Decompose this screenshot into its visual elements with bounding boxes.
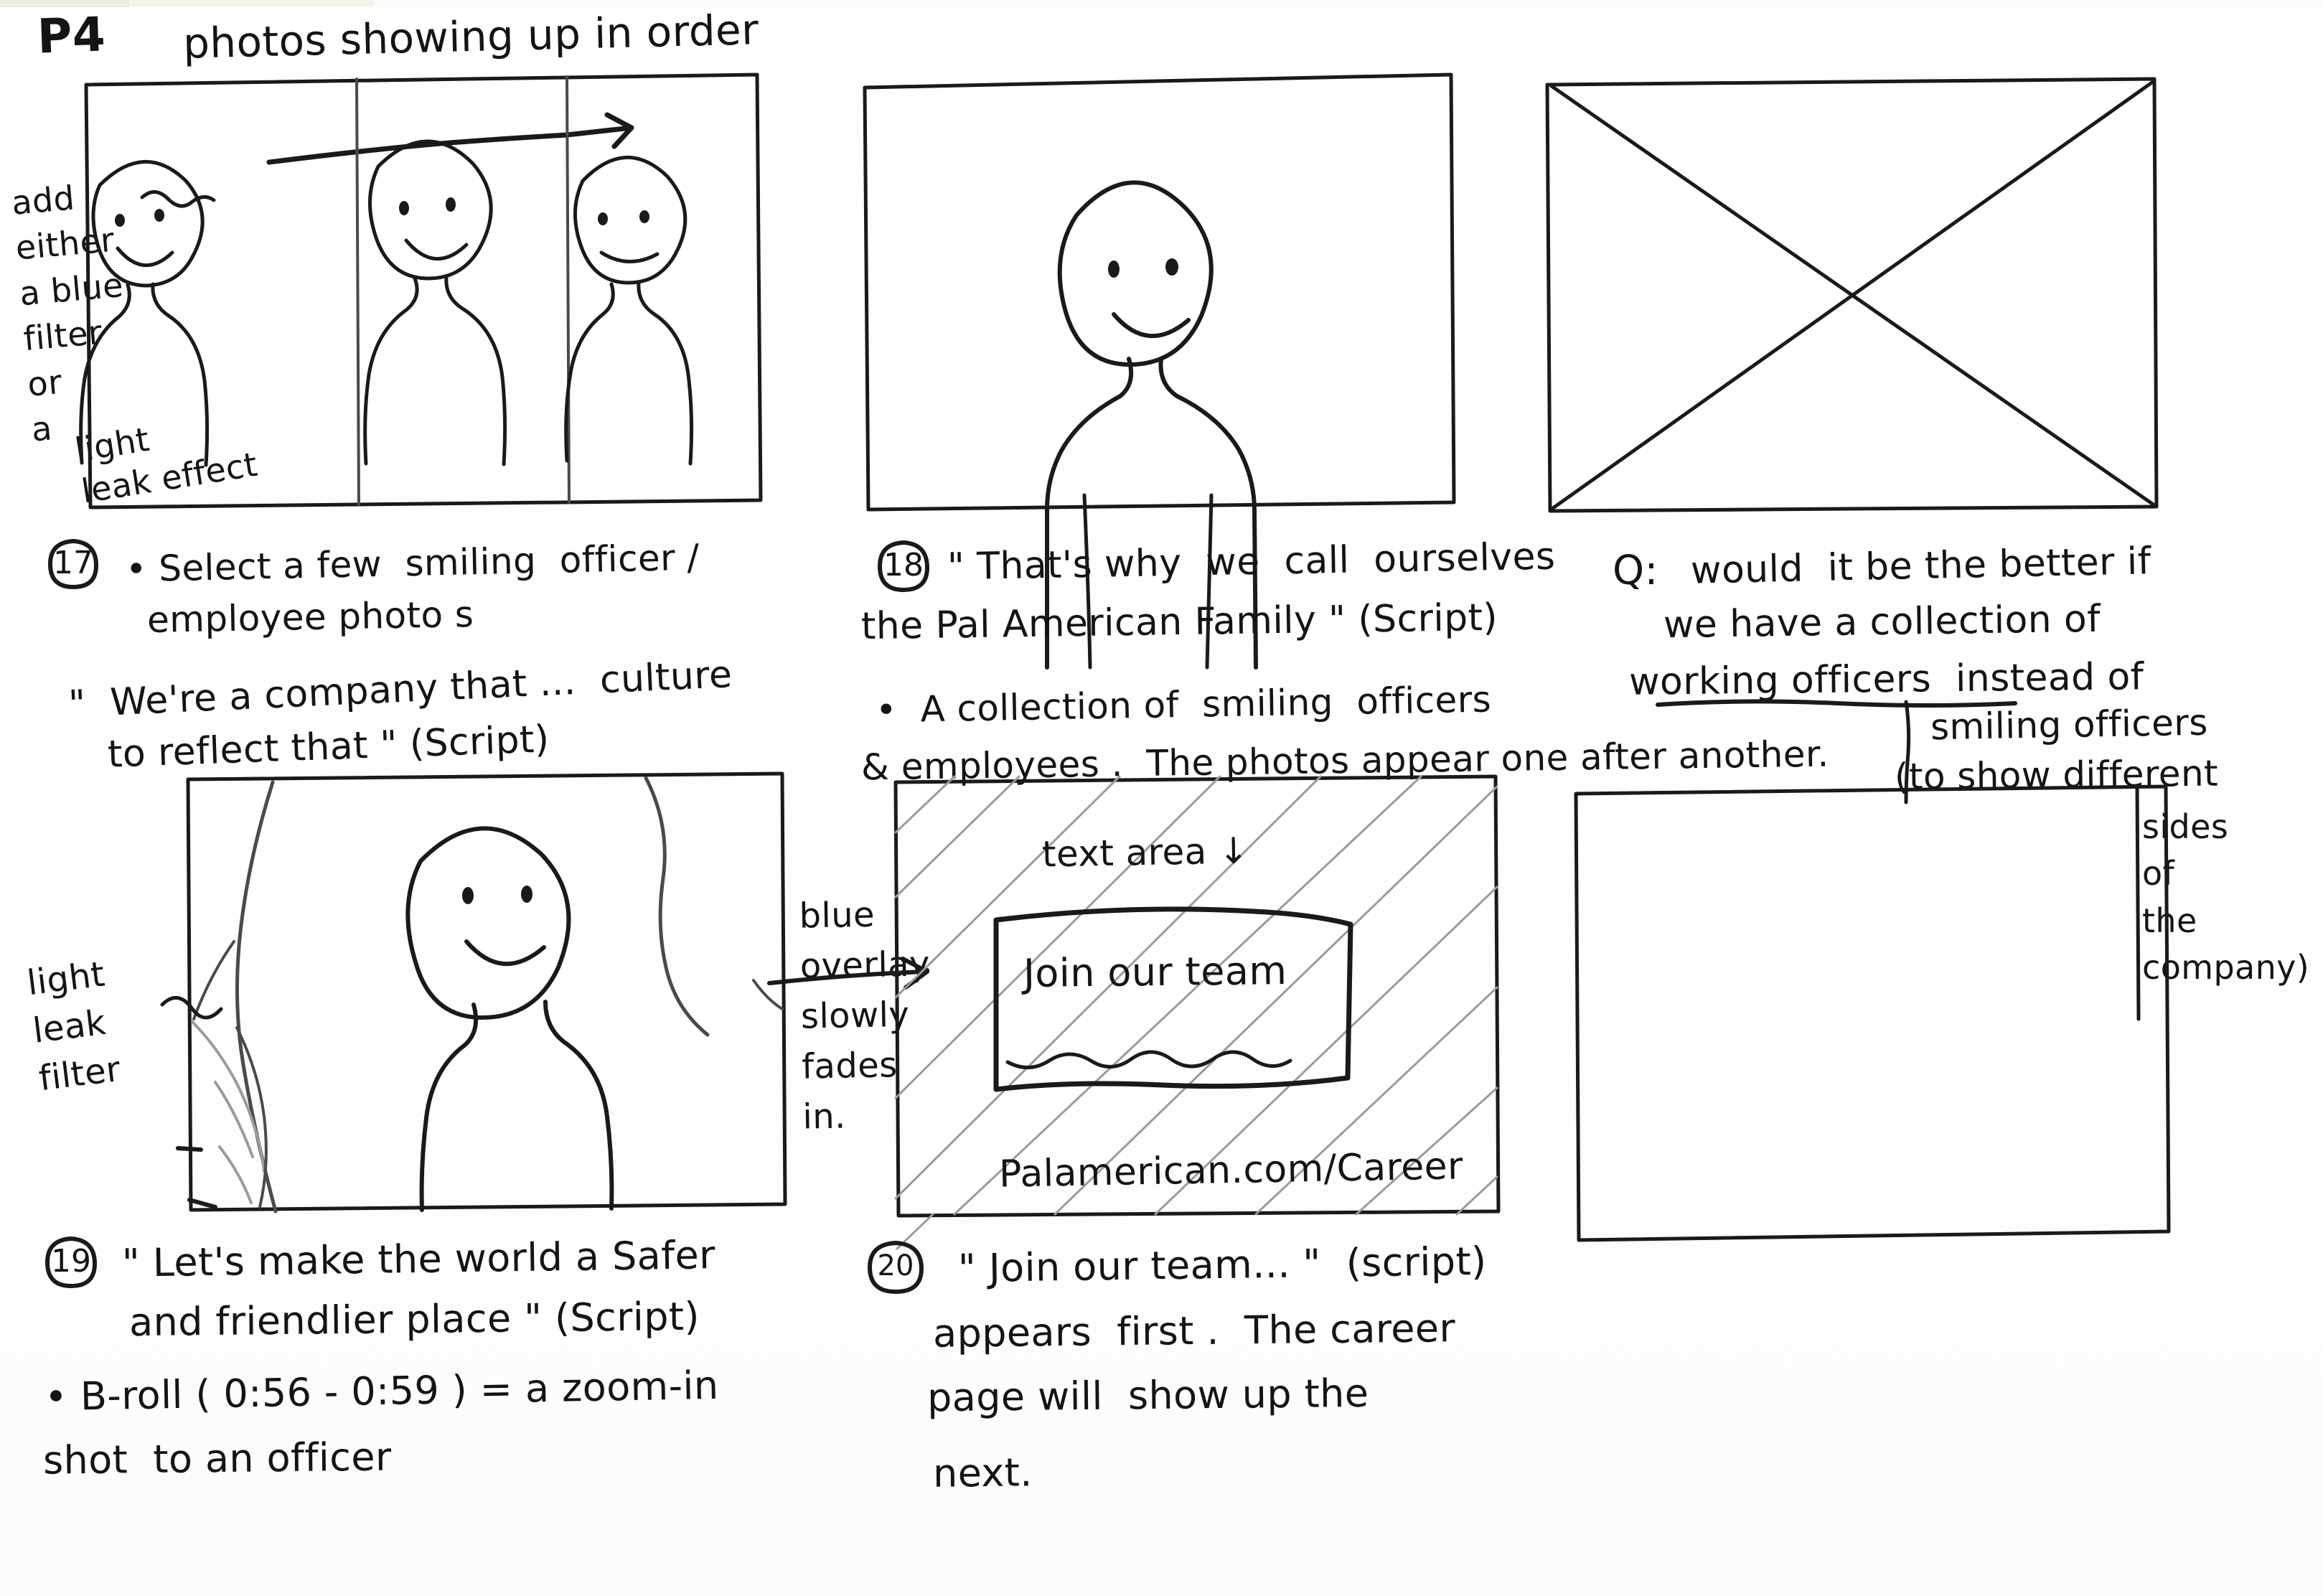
storyboard-page: P4 photos showing up in order add either… [0,0,2323,1596]
panel-21-frame [1574,784,2171,1242]
